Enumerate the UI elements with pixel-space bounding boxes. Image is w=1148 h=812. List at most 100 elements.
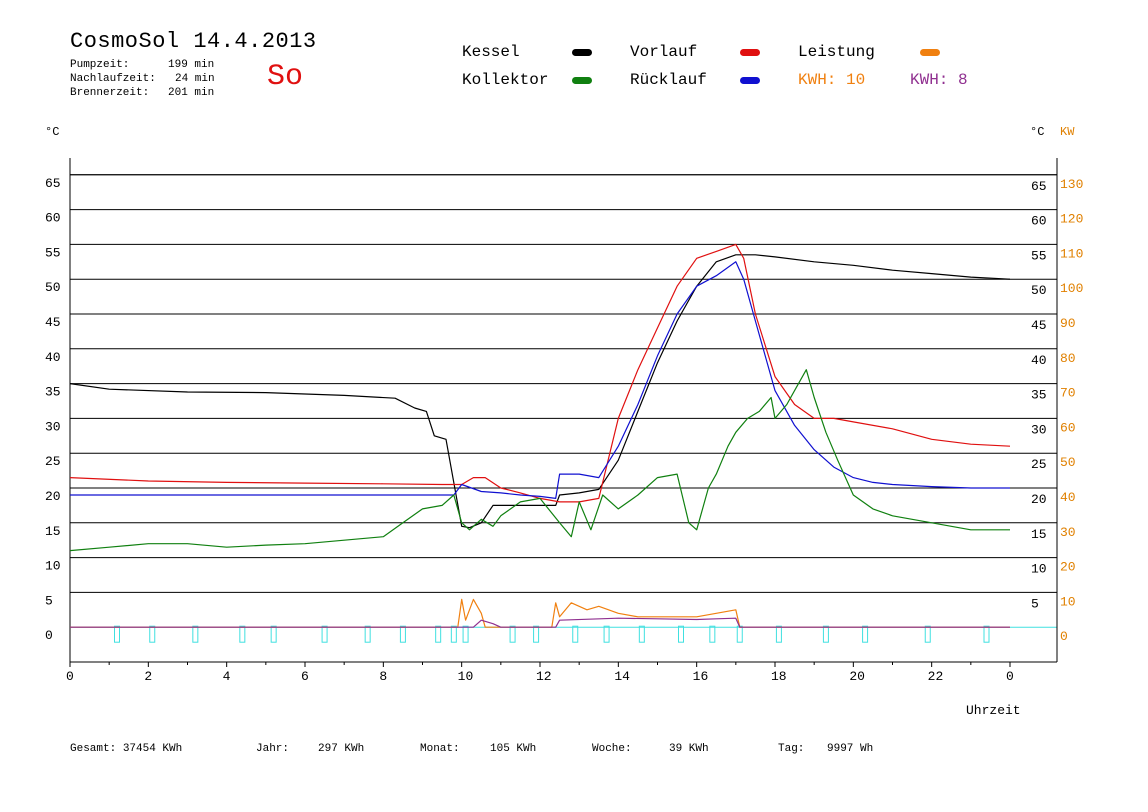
series-line-kollektor	[69, 369, 1010, 552]
x-tick-3: 6	[301, 669, 309, 684]
pump-marker-20	[822, 625, 829, 643]
pump-marker-12	[533, 625, 540, 643]
pump-marker-0	[114, 625, 120, 643]
x-tick-2: 4	[223, 669, 231, 684]
footer-year: Jahr: 297 KWh	[256, 743, 364, 755]
y-tick-right-45: 45	[1031, 318, 1047, 333]
y-tick-right-20: 20	[1031, 492, 1047, 507]
footer-month-value: 105 KWh	[490, 743, 537, 755]
pump-marker-16	[678, 625, 684, 643]
pump-marker-17	[709, 625, 716, 643]
pump-marker-19	[775, 625, 782, 643]
pump-marker-22	[924, 625, 931, 643]
y-tick-left-40: 40	[45, 350, 61, 365]
x-tick-1: 2	[144, 669, 152, 684]
y-label-kw: KW	[1060, 125, 1075, 139]
y-tick-left-10: 10	[45, 559, 61, 574]
pump-marker-23	[983, 625, 990, 643]
series-line-kessel	[69, 254, 1011, 529]
x-tick-10: 20	[849, 669, 865, 684]
pump-marker-11	[509, 625, 516, 643]
y-tick-right-35: 35	[1031, 388, 1047, 403]
y2-tick-40: 40	[1060, 490, 1076, 505]
footer-month-label: Monat:	[420, 743, 460, 755]
pump-marker-5	[321, 625, 328, 643]
x-tick-8: 16	[693, 669, 709, 684]
y2-tick-10: 10	[1060, 594, 1076, 609]
series-line-rcklauf	[70, 261, 1010, 499]
y-tick-left-0: 0	[45, 628, 53, 643]
series-line-kwh	[70, 617, 1010, 628]
pump-marker-1	[149, 625, 156, 643]
pump-marker-9	[450, 625, 457, 643]
footer-year-label: Jahr:	[256, 743, 290, 755]
y2-tick-0: 0	[1060, 629, 1068, 644]
y-tick-left-25: 25	[45, 454, 61, 469]
y-tick-right-60: 60	[1031, 214, 1047, 229]
chart-canvas: 0510152025303540455055606551015202530354…	[45, 125, 1083, 718]
y2-tick-120: 120	[1060, 212, 1083, 227]
footer-day: Tag: 9997 Wh	[778, 743, 873, 755]
y2-tick-90: 90	[1060, 316, 1076, 331]
pump-marker-18	[736, 625, 743, 643]
y2-tick-60: 60	[1060, 420, 1076, 435]
y-label-left: °C	[45, 125, 59, 139]
pump-marker-6	[364, 625, 371, 643]
series-line-leistung	[70, 598, 1010, 628]
y2-tick-20: 20	[1060, 560, 1076, 575]
footer-day-value: 9997 Wh	[827, 743, 874, 755]
pump-marker-2	[192, 625, 199, 643]
footer-week: Woche: 39 KWh	[592, 743, 709, 755]
y-tick-right-10: 10	[1031, 562, 1047, 577]
series-line-vorlauf	[69, 243, 1011, 503]
pump-marker-8	[435, 625, 442, 643]
y-tick-left-20: 20	[45, 489, 61, 504]
footer-year-value: 297 KWh	[318, 743, 365, 755]
y-tick-right-5: 5	[1031, 596, 1039, 611]
footer-month: Monat: 105 KWh	[420, 743, 536, 755]
x-tick-9: 18	[771, 669, 787, 684]
x-tick-5: 10	[458, 669, 474, 684]
pump-marker-10	[462, 625, 469, 643]
pump-marker-7	[399, 625, 406, 643]
y-tick-left-15: 15	[45, 524, 61, 539]
footer-day-label: Tag:	[778, 743, 805, 755]
y-tick-right-25: 25	[1031, 457, 1047, 472]
pump-marker-13	[572, 625, 579, 643]
x-tick-7: 14	[614, 669, 630, 684]
y2-tick-80: 80	[1060, 351, 1076, 366]
y-tick-left-45: 45	[45, 315, 61, 330]
pump-marker-3	[239, 625, 246, 643]
y2-tick-130: 130	[1060, 177, 1083, 192]
y-tick-right-40: 40	[1031, 353, 1047, 368]
y2-tick-50: 50	[1060, 455, 1076, 470]
x-tick-11: 22	[928, 669, 944, 684]
footer-total-label: Gesamt:	[70, 743, 117, 755]
footer-total: Gesamt: 37454 KWh	[70, 743, 182, 755]
y2-tick-70: 70	[1060, 386, 1076, 401]
x-tick-0: 0	[66, 669, 74, 684]
y-tick-right-15: 15	[1031, 527, 1047, 542]
x-tick-4: 8	[379, 669, 387, 684]
pump-marker-14	[603, 625, 610, 643]
y-tick-right-50: 50	[1031, 283, 1047, 298]
y-tick-left-30: 30	[45, 419, 61, 434]
pump-marker-15	[638, 625, 645, 643]
y-tick-right-30: 30	[1031, 422, 1047, 437]
y-tick-right-65: 65	[1031, 179, 1047, 194]
x-axis-label: Uhrzeit	[966, 703, 1021, 718]
pump-marker-21	[862, 625, 869, 643]
y-tick-left-55: 55	[45, 245, 61, 260]
y-tick-left-65: 65	[45, 176, 61, 191]
y-tick-left-50: 50	[45, 280, 61, 295]
y-tick-left-60: 60	[45, 211, 61, 226]
footer-week-label: Woche:	[592, 743, 632, 755]
y-tick-left-5: 5	[45, 593, 53, 608]
y-tick-right-55: 55	[1031, 248, 1047, 263]
y2-tick-30: 30	[1060, 525, 1076, 540]
footer-week-value: 39 KWh	[669, 743, 709, 755]
y-label-right: °C	[1030, 125, 1044, 139]
x-tick-12: 0	[1006, 669, 1014, 684]
pump-marker-4	[270, 625, 277, 643]
y2-tick-100: 100	[1060, 281, 1083, 296]
